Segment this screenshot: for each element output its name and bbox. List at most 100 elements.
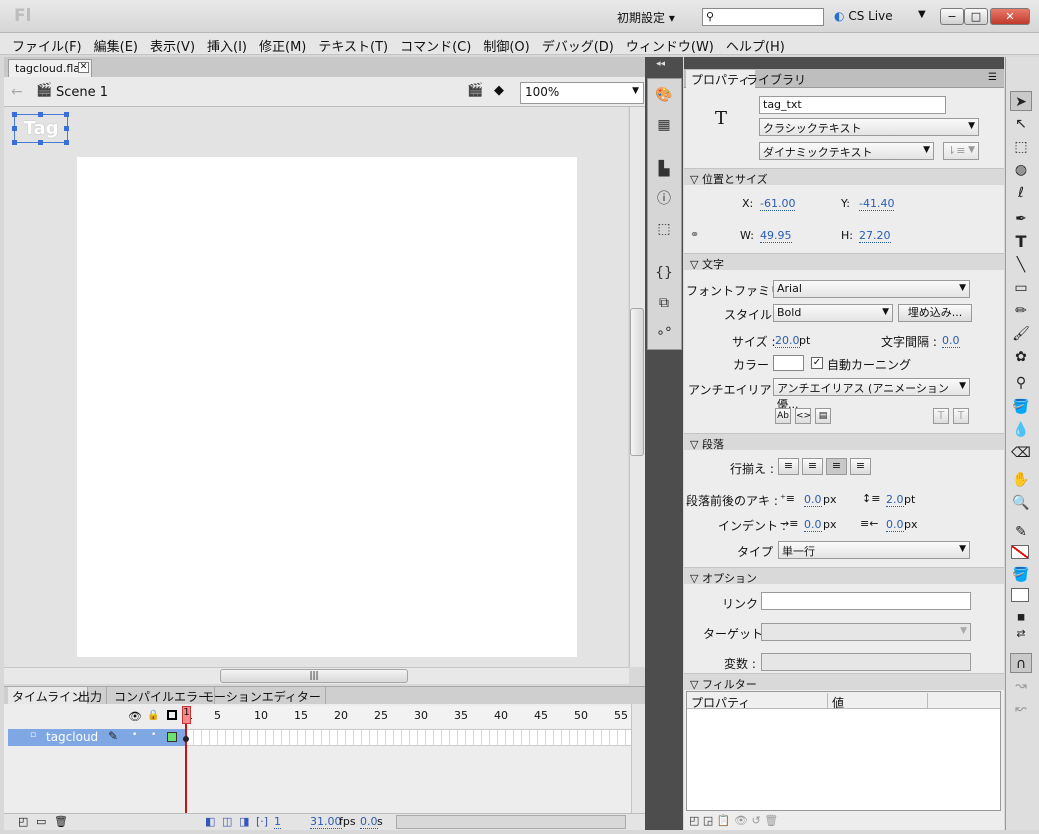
stroke-color-pencil-icon[interactable]: ✎ — [1010, 522, 1032, 542]
add-filter-icon[interactable]: ◰ — [689, 814, 699, 827]
eraser-tool-icon[interactable]: ⌫ — [1010, 443, 1032, 463]
pen-tool-icon[interactable]: ✒ — [1010, 209, 1032, 229]
trash-icon[interactable]: 🗑 — [54, 815, 68, 828]
minimize-button[interactable]: − — [940, 8, 964, 25]
enable-filter-icon[interactable]: 👁 — [734, 814, 748, 827]
embed-button[interactable]: 埋め込み... — [898, 304, 972, 322]
frame-cells[interactable] — [186, 729, 631, 746]
close-button[interactable]: ✕ — [990, 8, 1030, 25]
eye-icon[interactable]: 👁 — [128, 710, 142, 723]
vertical-scroll-thumb[interactable] — [630, 308, 644, 456]
instance-name-input[interactable]: tag_txt — [759, 96, 946, 114]
menu-file[interactable]: ファイル(F) — [6, 33, 88, 55]
timeline-vertical-scrollbar[interactable] — [631, 704, 645, 813]
deco-tool-icon[interactable]: ✿ — [1010, 347, 1032, 367]
3d-rotation-tool-icon[interactable]: ◍ — [1010, 160, 1032, 180]
keyframe-dot[interactable] — [183, 736, 189, 742]
align-center-icon[interactable]: ≡ — [802, 458, 823, 475]
maximize-button[interactable]: □ — [964, 8, 988, 25]
target-select[interactable]: ▼ — [761, 623, 971, 641]
current-frame-value[interactable]: 1 — [274, 815, 281, 829]
hand-tool-icon[interactable]: ✋ — [1010, 470, 1032, 490]
menu-insert[interactable]: 挿入(I) — [201, 33, 253, 55]
code-snippets-icon[interactable]: {} — [654, 264, 674, 282]
text-color-swatch[interactable] — [773, 355, 804, 371]
color-panel-icon[interactable]: 🎨 — [654, 86, 674, 104]
timeline-horizontal-scrollbar[interactable] — [396, 815, 626, 829]
indent-value[interactable]: 0.0 — [804, 518, 822, 532]
render-html-icon[interactable]: <> — [795, 408, 811, 424]
edit-scene-icon[interactable]: 🎬 — [467, 83, 483, 98]
space-before-value[interactable]: 0.0 — [804, 493, 822, 507]
paint-bucket-tool-icon[interactable]: 🪣 — [1010, 397, 1032, 417]
menu-modify[interactable]: 修正(M) — [253, 33, 312, 55]
w-value[interactable]: 49.95 — [760, 229, 792, 243]
show-border-icon[interactable]: ▤ — [815, 408, 831, 424]
selection-handle[interactable] — [38, 140, 43, 145]
section-filters[interactable]: ▽ フィルター — [684, 673, 1004, 691]
selectable-text-icon[interactable]: Ab — [775, 408, 791, 424]
brush-tool-icon[interactable]: 🖌 — [1010, 324, 1032, 344]
subselection-tool-icon[interactable]: ↖ — [1010, 114, 1032, 134]
selection-handle[interactable] — [64, 140, 69, 145]
menu-text[interactable]: テキスト(T) — [312, 33, 394, 55]
tab-motion-editor[interactable]: モーションエディター — [198, 687, 326, 704]
pencil-tool-icon[interactable]: ✏ — [1010, 301, 1032, 321]
antialias-select[interactable]: アンチエイリアス (アニメーション優... ▼ — [773, 378, 970, 411]
clipboard-icon[interactable]: 📋 — [717, 814, 731, 827]
letter-spacing-value[interactable]: 0.0 — [942, 334, 960, 348]
selection-handle[interactable] — [12, 112, 17, 117]
menu-commands[interactable]: コマンド(C) — [394, 33, 477, 55]
menu-help[interactable]: ヘルプ(H) — [720, 33, 791, 55]
variable-input[interactable] — [761, 653, 971, 671]
size-value[interactable]: 20.0 — [775, 334, 800, 348]
delete-filter-icon[interactable]: 🗑 — [764, 814, 778, 827]
center-frame-icon[interactable]: ◧ — [205, 815, 215, 828]
zoom-select[interactable]: 100% ▼ — [520, 82, 644, 104]
line-type-select[interactable]: 単一行 ▼ — [778, 541, 970, 559]
close-tab-icon[interactable]: ✕ — [78, 62, 89, 73]
link-icon[interactable]: ⚭ — [690, 228, 699, 241]
layer-row[interactable]: ▫ tagcloud ✎ • • — [8, 729, 185, 746]
auto-kern-checkbox[interactable]: ✓ — [811, 357, 823, 369]
free-transform-tool-icon[interactable]: ⬚ — [1010, 137, 1032, 157]
section-options[interactable]: ▽ オプション — [684, 567, 1004, 585]
onion-outline-icon[interactable]: ◨ — [239, 815, 249, 828]
playhead-marker[interactable]: 1 — [182, 706, 191, 724]
line-tool-icon[interactable]: ╲ — [1010, 255, 1032, 275]
section-paragraph[interactable]: ▽ 段落 — [684, 433, 1004, 451]
new-folder-icon[interactable]: ▭ — [36, 815, 46, 828]
preset-icon[interactable]: ◲ — [703, 814, 713, 827]
text-type-select[interactable]: ダイナミックテキスト ▼ — [759, 142, 934, 160]
eyedropper-tool-icon[interactable]: 💧 — [1010, 420, 1032, 440]
help-search-input[interactable]: ⚲ — [702, 8, 824, 26]
tab-library[interactable]: ライブラリ — [741, 70, 811, 88]
reset-filter-icon[interactable]: ↺ — [751, 814, 760, 827]
cs-live-button[interactable]: ◐ CS Live — [834, 9, 893, 23]
text-tool-icon[interactable]: T — [1010, 232, 1032, 252]
selection-handle[interactable] — [12, 140, 17, 145]
lasso-tool-icon[interactable]: ℓ — [1010, 183, 1032, 203]
menu-edit[interactable]: 編集(E) — [88, 33, 144, 55]
font-style-select[interactable]: Bold ▼ — [773, 304, 893, 322]
text-engine-select[interactable]: クラシックテキスト ▼ — [759, 118, 979, 136]
components-panel-icon[interactable]: ⧉ — [654, 294, 674, 312]
section-position-size[interactable]: ▽ 位置とサイズ — [684, 168, 1004, 186]
align-left-icon[interactable]: ≡ — [778, 458, 799, 475]
selection-handle[interactable] — [12, 126, 17, 131]
time-value[interactable]: 0.0 — [360, 815, 378, 829]
tab-output[interactable]: 出力 — [74, 687, 108, 704]
section-character[interactable]: ▽ 文字 — [684, 253, 1004, 271]
tag-text-instance[interactable]: Tag — [14, 114, 68, 143]
selection-tool-icon[interactable]: ➤ — [1010, 91, 1032, 111]
margin-value[interactable]: 0.0 — [886, 518, 904, 532]
selection-handle[interactable] — [64, 112, 69, 117]
stroke-color-swatch[interactable] — [1011, 545, 1029, 559]
visibility-dot[interactable]: • — [132, 730, 137, 740]
swatches-panel-icon[interactable]: ▦ — [654, 116, 674, 134]
align-justify-icon[interactable]: ≡ — [850, 458, 871, 475]
font-family-select[interactable]: Arial ▼ — [773, 280, 970, 298]
lock-dot[interactable]: • — [151, 730, 156, 740]
horizontal-scroll-thumb[interactable]: ||| — [220, 669, 408, 683]
chevron-down-icon[interactable]: ▼ — [918, 9, 926, 20]
